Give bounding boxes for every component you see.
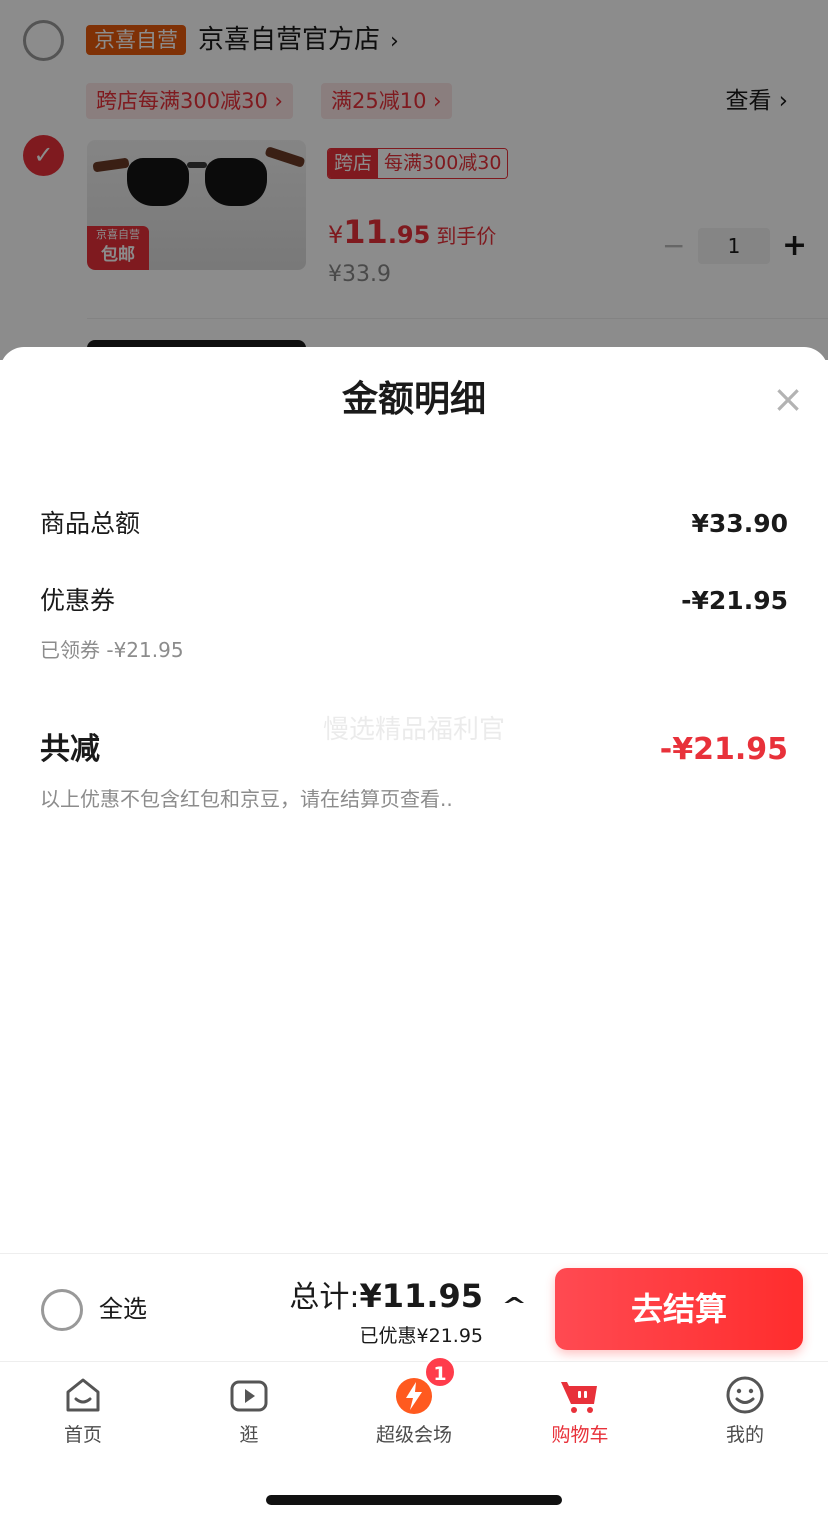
close-icon[interactable]: × bbox=[768, 379, 808, 419]
cart-icon bbox=[561, 1382, 597, 1413]
sheet-title: 金额明细 bbox=[341, 379, 486, 420]
home-icon bbox=[66, 1378, 100, 1412]
total-reduce-label: 共减 bbox=[40, 732, 100, 767]
checkout-bar: 全选 总计:¥11.95 已优惠¥21.95 ^ 去结算 bbox=[0, 1253, 828, 1361]
tab-cart[interactable]: 购物车 bbox=[497, 1362, 663, 1457]
tab-mine[interactable]: 我的 bbox=[662, 1362, 828, 1457]
goods-total-label: 商品总额 bbox=[40, 509, 141, 538]
coupon-note: 已领券 -¥21.95 bbox=[40, 638, 184, 662]
goods-total-value: ¥33.90 bbox=[691, 509, 788, 538]
modal-backdrop[interactable] bbox=[0, 0, 828, 360]
checkout-button[interactable]: 去结算 bbox=[555, 1268, 803, 1350]
tab-home[interactable]: 首页 bbox=[0, 1362, 166, 1457]
tab-super-venue[interactable]: 1 超级会场 bbox=[331, 1356, 497, 1457]
coupon-label: 优惠券 bbox=[40, 586, 116, 615]
play-icon bbox=[230, 1380, 268, 1412]
select-all-label[interactable]: 全选 bbox=[99, 1292, 147, 1326]
home-indicator bbox=[266, 1495, 562, 1505]
total-price: 总计:¥11.95 bbox=[289, 1277, 483, 1315]
tab-browse[interactable]: 逛 bbox=[166, 1362, 332, 1457]
saved-amount: 已优惠¥21.95 bbox=[359, 1325, 483, 1347]
coupon-value: -¥21.95 bbox=[681, 586, 788, 615]
chevron-up-icon[interactable]: ^ bbox=[501, 1290, 527, 1324]
disclaimer-text: 以上优惠不包含红包和京豆，请在结算页查看.. bbox=[40, 787, 453, 811]
total-reduce-value: -¥21.95 bbox=[659, 732, 788, 767]
select-all-radio[interactable] bbox=[41, 1289, 83, 1331]
notification-badge: 1 bbox=[424, 1356, 456, 1388]
bottom-tab-bar: 首页 逛 1 超级会场 购物车 我的 bbox=[0, 1356, 828, 1457]
smiley-icon bbox=[726, 1376, 764, 1414]
